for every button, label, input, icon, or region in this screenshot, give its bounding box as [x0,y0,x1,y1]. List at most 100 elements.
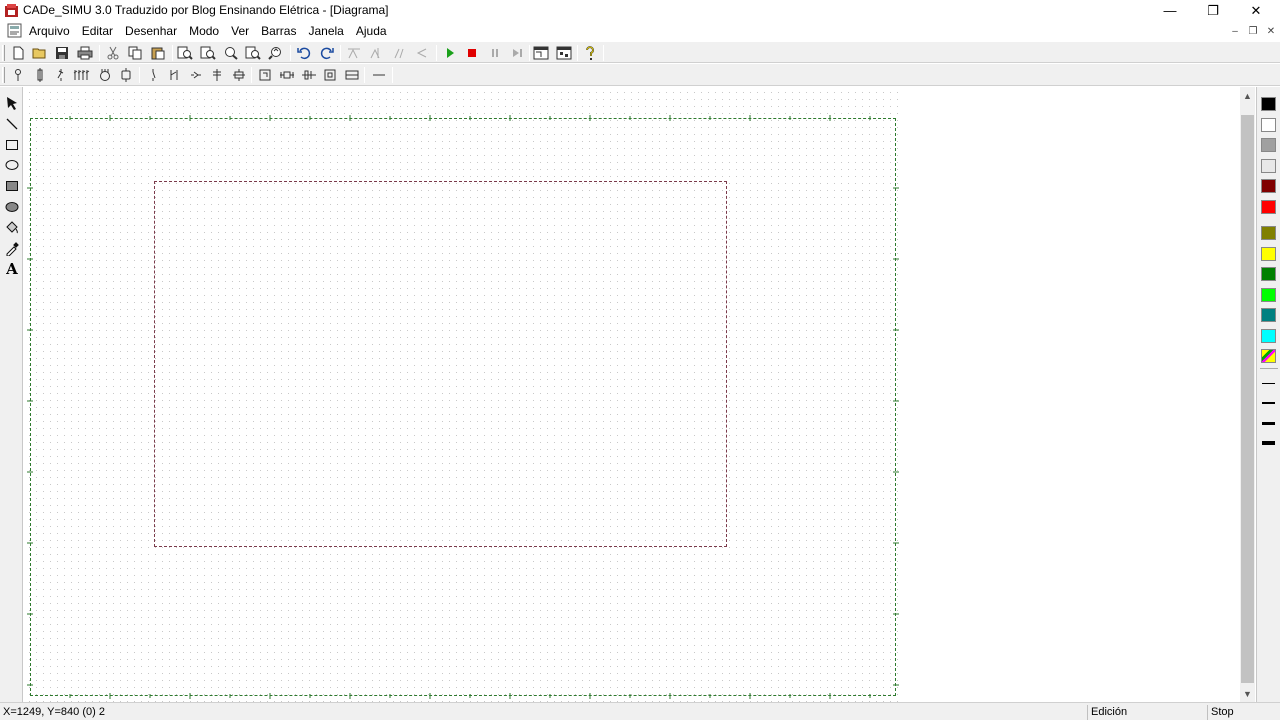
color-picker-icon[interactable] [3,240,21,258]
zoom-in-icon[interactable] [176,44,194,62]
scroll-thumb[interactable] [1241,115,1254,683]
rectangle-tool-icon[interactable] [3,136,21,154]
minimize-button[interactable]: — [1149,0,1191,21]
menu-bar: Arquivo Editar Desenhar Modo Ver Barras … [0,21,1280,41]
switch-icon[interactable] [144,66,162,84]
menu-ajuda[interactable]: Ajuda [350,24,393,38]
line-width-option[interactable] [1262,402,1275,404]
help-icon[interactable] [581,44,599,62]
power-supply-icon[interactable] [9,66,27,84]
relay-icon[interactable] [230,66,248,84]
print-area-frame [154,181,727,547]
custom-color-swatch[interactable] [1261,349,1276,363]
fuse-icon[interactable] [31,66,49,84]
color-swatch[interactable] [1261,267,1276,281]
document-icon[interactable] [7,23,22,38]
status-simulation: Stop [1207,705,1280,720]
color-swatch[interactable] [1261,138,1276,152]
select-arrow-icon[interactable] [3,94,21,112]
menu-desenhar[interactable]: Desenhar [119,24,183,38]
wire-icon[interactable] [343,66,361,84]
color-swatch[interactable] [1261,179,1276,193]
drawing-canvas[interactable] [24,87,1240,702]
pushbutton-icon[interactable] [278,66,296,84]
zoom-previous-icon[interactable] [267,44,285,62]
run-simulation-icon[interactable] [441,44,459,62]
stop-simulation-icon[interactable] [463,44,481,62]
toolbar-separator [364,67,365,83]
menu-ver[interactable]: Ver [225,24,255,38]
step-simulation-icon[interactable] [508,44,526,62]
toolbar-grip[interactable] [2,45,5,61]
color-swatch[interactable] [1261,200,1276,214]
window-title: CADe_SIMU 3.0 Traduzido por Blog Ensinan… [23,3,389,17]
motor-protector-icon[interactable] [73,66,91,84]
contactor-coil-icon[interactable] [117,66,135,84]
zoom-fit-icon[interactable] [244,44,262,62]
new-icon[interactable] [9,44,27,62]
line-width-option[interactable] [1262,383,1275,384]
color-swatch[interactable] [1261,329,1276,343]
timer-relay-icon[interactable] [256,66,274,84]
terminal-icon[interactable] [321,66,339,84]
print-icon[interactable] [76,44,94,62]
toolbar-separator [290,45,291,61]
color-swatch[interactable] [1261,247,1276,261]
toolbar-separator [392,67,393,83]
color-swatch[interactable] [1261,159,1276,173]
scroll-up-button[interactable]: ▲ [1240,87,1255,104]
motor-icon[interactable] [96,66,114,84]
align-left-icon[interactable] [390,44,408,62]
line-width-option[interactable] [1262,422,1275,425]
align-bottom-icon[interactable] [367,44,385,62]
menu-modo[interactable]: Modo [183,24,225,38]
menu-editar[interactable]: Editar [76,24,119,38]
toolbar-grip[interactable] [2,67,5,83]
color-swatch[interactable] [1261,118,1276,132]
open-icon[interactable] [31,44,49,62]
color-swatch[interactable] [1261,97,1276,111]
cut-icon[interactable] [104,44,122,62]
menu-arquivo[interactable]: Arquivo [23,24,76,38]
connector-icon[interactable] [300,66,318,84]
save-icon[interactable] [53,44,71,62]
pause-simulation-icon[interactable] [486,44,504,62]
mdi-restore-button[interactable]: ❐ [1244,24,1262,38]
contact-icon[interactable] [165,66,183,84]
zoom-window-icon[interactable] [222,44,240,62]
components-toolbar [0,63,1280,86]
vertical-scrollbar[interactable]: ▲ ▼ [1240,87,1255,702]
redo-icon[interactable] [318,44,336,62]
filled-ellipse-tool-icon[interactable] [3,198,21,216]
breaker-icon[interactable] [52,66,70,84]
color-swatch[interactable] [1261,288,1276,302]
paste-icon[interactable] [149,44,167,62]
copy-icon[interactable] [126,44,144,62]
color-swatch[interactable] [1261,226,1276,240]
menu-janela[interactable]: Janela [302,24,349,38]
pilot-light-icon[interactable] [208,66,226,84]
menu-barras[interactable]: Barras [255,24,302,38]
restore-button[interactable]: ❐ [1192,0,1234,21]
fill-bucket-icon[interactable] [3,219,21,237]
page-view-icon[interactable] [532,44,550,62]
align-top-icon[interactable] [345,44,363,62]
text-tool-icon[interactable]: A [3,260,21,278]
main-toolbar [0,41,1280,63]
component-view-icon[interactable] [555,44,573,62]
line-width-option[interactable] [1262,441,1275,445]
mdi-minimize-button[interactable]: – [1226,24,1244,38]
mdi-close-button[interactable]: ✕ [1262,24,1280,38]
align-right-icon[interactable] [413,44,431,62]
scroll-down-button[interactable]: ▼ [1240,685,1255,702]
ellipse-tool-icon[interactable] [3,156,21,174]
zoom-out-icon[interactable] [199,44,217,62]
close-button[interactable]: ✕ [1235,0,1277,21]
app-icon [5,4,18,17]
undo-icon[interactable] [295,44,313,62]
sensor-icon[interactable] [187,66,205,84]
line-component-icon[interactable] [370,66,388,84]
filled-rectangle-tool-icon[interactable] [3,177,21,195]
color-swatch[interactable] [1261,308,1276,322]
line-tool-icon[interactable] [3,115,21,133]
